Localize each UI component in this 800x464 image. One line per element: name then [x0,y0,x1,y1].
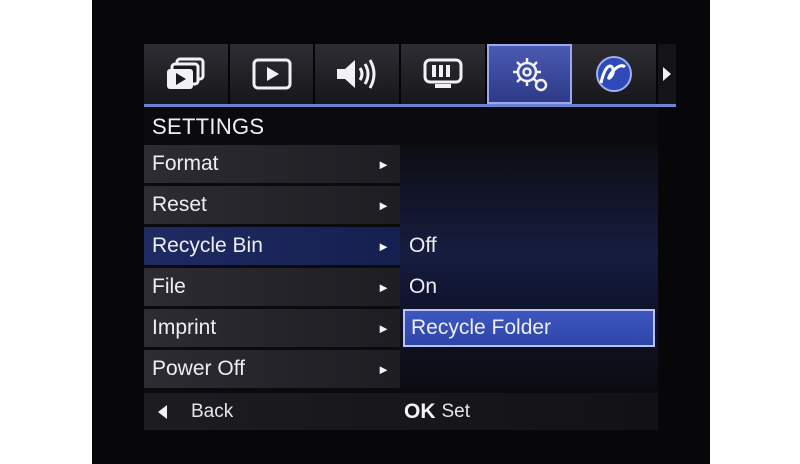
menu-item-format[interactable]: Format ► [144,145,400,183]
option-label: Recycle Folder [411,316,552,339]
tab-sound[interactable] [315,44,402,104]
back-button[interactable]: Back [158,401,233,423]
menu-item-recycle-bin[interactable]: Recycle Bin ► [144,227,400,265]
option-on[interactable]: On [403,268,655,306]
arrow-right-icon: ► [377,320,390,336]
menu-item-imprint[interactable]: Imprint ► [144,309,400,347]
tab-guide[interactable] [572,44,659,104]
option-label: On [409,275,438,298]
option-recycle-folder[interactable]: Recycle Folder [403,309,655,347]
menu-item-label: Reset [152,193,207,216]
ok-key-label: OK [404,399,436,423]
section-title: SETTINGS [152,114,265,139]
option-off[interactable]: Off [403,227,655,265]
tab-display[interactable] [401,44,487,104]
arrow-right-icon: ► [377,197,390,213]
recycle-bin-options: Off On Recycle Folder [403,227,655,350]
tab-playback[interactable] [229,44,316,104]
arrow-right-icon: ► [377,156,390,172]
gear-icon [512,58,547,92]
menu-item-label: Power Off [152,357,245,380]
photo-stack-icon [166,57,205,89]
back-arrow-icon [158,404,167,419]
arrow-right-icon: ► [377,279,390,295]
speaker-icon [337,59,376,89]
camera-screen: SETTINGS Format ► Reset ► Recycle Bin ► … [92,0,710,464]
menu-item-label: Format [152,152,219,175]
menu-item-label: File [152,275,186,298]
hint-bar: Back OK Set [144,393,658,430]
arrow-right-icon: ► [377,238,390,254]
option-label: Off [409,234,437,257]
menu-item-label: Recycle Bin [152,234,263,257]
display-icon [423,58,463,88]
signature-icon [596,56,633,92]
menu-item-label: Imprint [152,316,217,339]
back-label: Back [191,400,234,422]
play-icon [252,58,291,90]
tab-scroll-right[interactable] [658,44,676,104]
settings-panel: SETTINGS Format ► Reset ► Recycle Bin ► … [144,44,676,430]
ok-action-label: Set [441,400,471,422]
tab-settings[interactable] [486,44,573,104]
arrow-right-icon: ► [377,361,390,377]
tab-shooting[interactable] [144,44,230,104]
chevron-right-icon [663,67,672,81]
settings-menu: Format ► Reset ► Recycle Bin ► File ► Im… [144,145,400,391]
menu-item-reset[interactable]: Reset ► [144,186,400,224]
menu-item-power-off[interactable]: Power Off ► [144,350,400,388]
menu-item-file[interactable]: File ► [144,268,400,306]
ok-set-button[interactable]: OK Set [404,400,470,424]
menu-tab-bar [144,44,676,107]
